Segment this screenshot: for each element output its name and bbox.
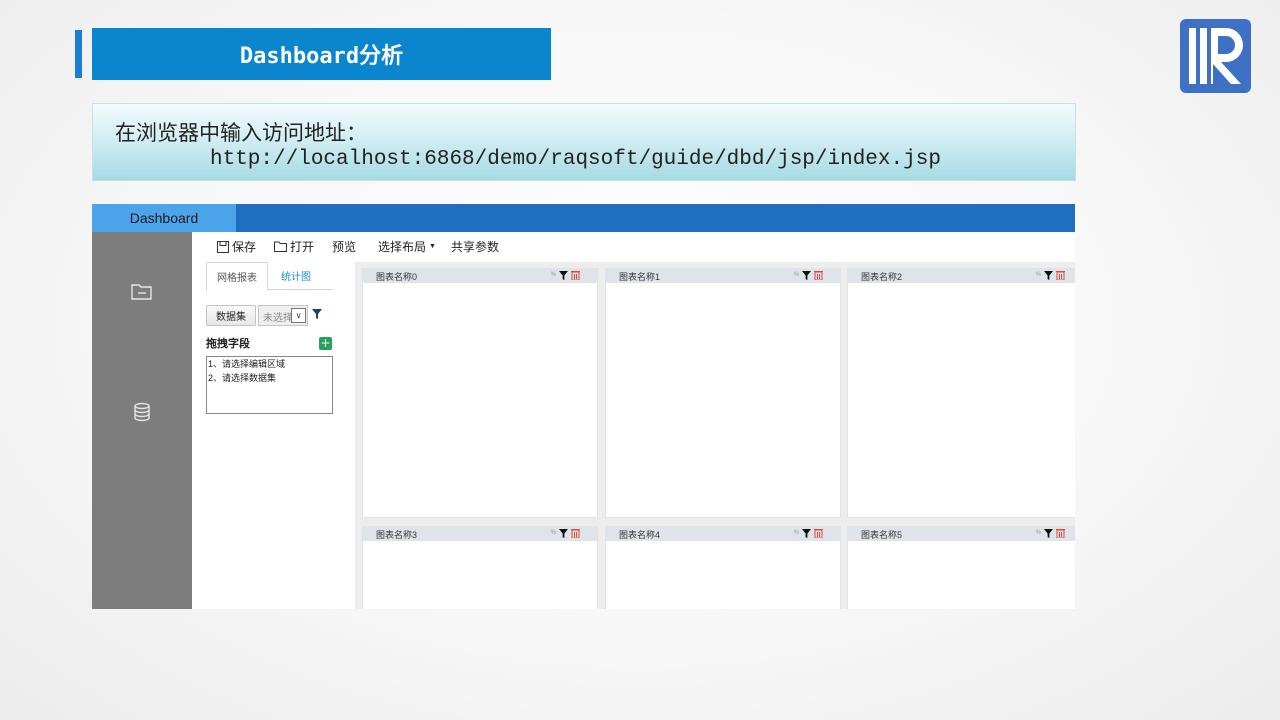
chevron-down-icon: ∨ xyxy=(291,308,306,323)
filter-icon[interactable] xyxy=(312,309,322,319)
title-accent-bar xyxy=(75,30,82,78)
percent-icon[interactable]: % xyxy=(1036,272,1041,278)
drag-fields-title: 拖拽字段 xyxy=(206,338,250,350)
dashboard-canvas: 图表名称0 % 图表名称1 % 图表名称2 % 图表名称3 % 图表名称4 % … xyxy=(355,262,1075,609)
percent-icon[interactable]: % xyxy=(1036,530,1041,536)
percent-icon[interactable]: % xyxy=(551,530,556,536)
filter-icon[interactable] xyxy=(802,270,811,280)
database-icon[interactable] xyxy=(130,400,154,424)
open-folder-icon xyxy=(274,241,287,252)
tab-dashboard[interactable]: Dashboard xyxy=(92,204,236,232)
card-title: 图表名称0 xyxy=(376,272,418,282)
percent-icon[interactable]: % xyxy=(551,272,556,278)
trash-icon[interactable] xyxy=(1056,528,1065,538)
dashboard-app-screenshot: Dashboard 保存 打开 预览 选择布局 ▼ 共享参数 网格报表 统计图 … xyxy=(92,204,1075,609)
trash-icon[interactable] xyxy=(571,528,580,538)
dataset-select[interactable]: 未选择 ∨ xyxy=(258,305,308,326)
chart-card[interactable]: 图表名称5 % xyxy=(847,526,1075,609)
toolbar: 保存 打开 预览 选择布局 ▼ 共享参数 xyxy=(192,232,1075,262)
filter-icon[interactable] xyxy=(559,528,568,538)
filter-icon[interactable] xyxy=(802,528,811,538)
trash-icon[interactable] xyxy=(814,528,823,538)
app-sidebar xyxy=(92,232,192,609)
url-info-box: 在浏览器中输入访问地址： http://localhost:6868/demo/… xyxy=(92,103,1076,181)
slide-title: Dashboard分析 xyxy=(92,28,551,80)
folder-icon[interactable] xyxy=(130,280,154,304)
caret-down-icon: ▼ xyxy=(429,243,436,250)
filter-icon[interactable] xyxy=(1044,270,1053,280)
hint-line: 2、请选择数据集 xyxy=(208,373,277,383)
left-panel: 网格报表 统计图 数据集 未选择 ∨ 拖拽字段 + 1、请选择编辑区域 2、请选… xyxy=(192,262,355,609)
save-icon xyxy=(217,240,229,253)
info-text: 在浏览器中输入访问地址： xyxy=(115,121,367,145)
open-label: 打开 xyxy=(290,240,315,254)
card-header: 图表名称4 % xyxy=(606,527,840,541)
drag-fields-area[interactable]: 1、请选择编辑区域 2、请选择数据集 xyxy=(206,356,333,414)
percent-icon[interactable]: % xyxy=(794,272,799,278)
card-header: 图表名称1 % xyxy=(606,269,840,283)
add-field-button[interactable]: + xyxy=(319,337,332,350)
tab-grid-report[interactable]: 网格报表 xyxy=(206,262,268,291)
chart-card[interactable]: 图表名称2 % xyxy=(847,268,1075,518)
card-header: 图表名称3 % xyxy=(363,527,597,541)
filter-icon[interactable] xyxy=(1044,528,1053,538)
layout-label: 选择布局 xyxy=(378,240,427,254)
trash-icon[interactable] xyxy=(814,270,823,280)
url-text: http://localhost:6868/demo/raqsoft/guide… xyxy=(210,148,941,171)
dataset-select-value: 未选择 xyxy=(263,313,293,324)
dataset-button[interactable]: 数据集 xyxy=(206,305,256,326)
card-title: 图表名称2 xyxy=(861,272,903,282)
card-title: 图表名称3 xyxy=(376,530,418,540)
card-header: 图表名称2 % xyxy=(848,269,1075,283)
open-button[interactable]: 打开 xyxy=(274,238,314,255)
hint-line: 1、请选择编辑区域 xyxy=(208,359,286,369)
chart-card[interactable]: 图表名称4 % xyxy=(605,526,841,609)
percent-icon[interactable]: % xyxy=(794,530,799,536)
chart-card[interactable]: 图表名称1 % xyxy=(605,268,841,518)
save-label: 保存 xyxy=(232,240,257,254)
preview-button[interactable]: 预览 xyxy=(332,238,356,255)
chart-card[interactable]: 图表名称0 % xyxy=(362,268,598,518)
chart-card[interactable]: 图表名称3 % xyxy=(362,526,598,609)
tab-chart[interactable]: 统计图 xyxy=(266,262,326,289)
card-title: 图表名称1 xyxy=(619,272,661,282)
share-params-button[interactable]: 共享参数 xyxy=(451,238,499,255)
trash-icon[interactable] xyxy=(1056,270,1065,280)
trash-icon[interactable] xyxy=(571,270,580,280)
raqsoft-logo-icon xyxy=(1180,19,1251,93)
card-header: 图表名称0 % xyxy=(363,269,597,283)
filter-icon[interactable] xyxy=(559,270,568,280)
card-title: 图表名称4 xyxy=(619,530,661,540)
card-header: 图表名称5 % xyxy=(848,527,1075,541)
layout-dropdown[interactable]: 选择布局 ▼ xyxy=(378,238,436,255)
panel-tabs: 网格报表 统计图 xyxy=(206,262,333,291)
card-title: 图表名称5 xyxy=(861,530,903,540)
app-topbar xyxy=(92,204,1075,232)
save-button[interactable]: 保存 xyxy=(217,238,256,255)
